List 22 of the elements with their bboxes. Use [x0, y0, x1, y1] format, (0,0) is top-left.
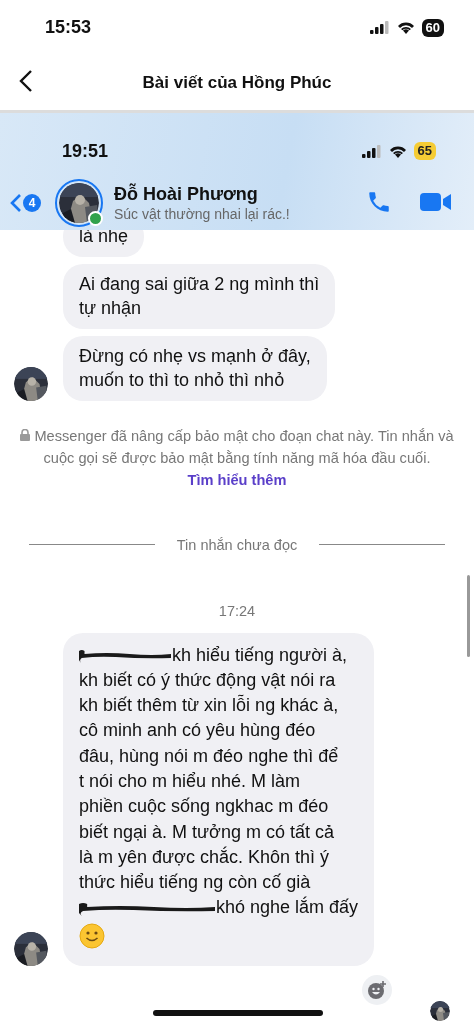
- learn-more-link[interactable]: Tìm hiểu thêm: [187, 471, 287, 488]
- signal-icon: [369, 21, 390, 34]
- message-bubble: Đừng có nhẹ vs mạnh ở đây, muốn to thì to nhỏ thì nhỏ: [63, 335, 327, 401]
- back-chevron-icon[interactable]: [10, 193, 22, 213]
- contact-name: Đỗ Hoài Phương: [114, 184, 259, 205]
- clock-time: 19:51: [62, 140, 109, 162]
- unread-badge: 4: [23, 194, 41, 212]
- lock-icon: [20, 428, 31, 441]
- message-bubble: Ai đang sai giữa 2 ng mình thì tự nhận: [63, 263, 336, 329]
- battery-level: 65: [413, 142, 436, 160]
- message-timestamp: 17:24: [217, 602, 257, 619]
- battery-level: 60: [421, 18, 444, 37]
- security-notice: Messenger đã nâng cấp bảo mật cho đoạn chat này. Tin nhắn và cuộc gọi sẽ được bảo mật bằng tính năng mã hóa đầu cuối. Tìm hiểu thêm: [0, 424, 474, 491]
- wifi-icon: [388, 144, 407, 158]
- page-title: Bài viết của Hồng Phúc: [142, 72, 332, 93]
- wifi-icon: [396, 21, 415, 34]
- unread-divider-label: Tin nhắn chưa đọc: [176, 536, 298, 553]
- message-bubble: kh hiểu tiếng người à, kh biết có ý thức động vật nói ra kh biết thêm từ xin lỗi ng khác à, cô minh anh có yêu hùng đéo đâu, hùng nói m đéo nghe thì để t nói cho m hiểu nhé. M làm phiền cuộc sống ngkhac m đéo biết ngại à. M tưởng m có tất cả là m yên được chắc. Khôn thì ý thức hiểu tiếng ng còn cố già khó nghe lắm đấy: [63, 632, 375, 967]
- clock-time: 15:53: [45, 17, 92, 38]
- smiley-emoji-icon: [79, 922, 105, 949]
- add-reaction-icon[interactable]: [362, 975, 392, 1005]
- signal-icon: [361, 144, 382, 158]
